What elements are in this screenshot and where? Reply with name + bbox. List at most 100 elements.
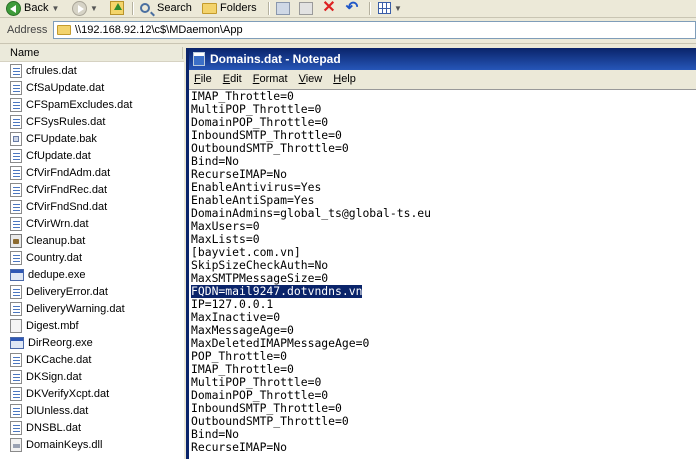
file-name: DKVerifyXcpt.dat bbox=[26, 388, 110, 400]
up-folder-button[interactable] bbox=[110, 0, 124, 16]
menu-edit[interactable]: Edit bbox=[223, 73, 242, 85]
file-list-item[interactable]: cfrules.dat bbox=[10, 63, 77, 79]
toolbar-separator bbox=[369, 2, 371, 15]
file-name: DNSBL.dat bbox=[26, 422, 82, 434]
undo-button[interactable]: ↶ bbox=[345, 0, 359, 16]
file-list-item[interactable]: Country.dat bbox=[10, 250, 82, 266]
file-name: CfVirWrn.dat bbox=[26, 218, 89, 230]
file-list-item[interactable]: CfSaUpdate.dat bbox=[10, 80, 104, 96]
file-name: CFSpamExcludes.dat bbox=[26, 99, 133, 111]
txt-file-icon bbox=[10, 217, 22, 231]
notepad-title-bar[interactable]: Domains.dat - Notepad bbox=[189, 48, 696, 70]
menu-view[interactable]: View bbox=[299, 73, 323, 85]
file-list-item[interactable]: Digest.mbf bbox=[10, 318, 79, 334]
txt-file-icon bbox=[10, 285, 22, 299]
address-bar: Address \\192.168.92.12\c$\MDaemon\App bbox=[0, 18, 696, 44]
views-button[interactable]: ▼ bbox=[378, 0, 402, 16]
file-list-item[interactable]: CFSysRules.dat bbox=[10, 114, 105, 130]
file-list-item[interactable]: DKCache.dat bbox=[10, 352, 91, 368]
name-column-label: Name bbox=[10, 47, 40, 59]
file-list-item[interactable]: CfVirWrn.dat bbox=[10, 216, 89, 232]
notepad-title: Domains.dat - Notepad bbox=[210, 52, 341, 66]
file-name: Digest.mbf bbox=[26, 320, 79, 332]
txt-file-icon bbox=[10, 64, 22, 78]
copy-to-button[interactable] bbox=[299, 0, 313, 16]
undo-icon: ↶ bbox=[345, 0, 359, 16]
column-resize-handle[interactable] bbox=[182, 47, 183, 59]
views-chevron-icon: ▼ bbox=[394, 3, 402, 13]
address-label: Address bbox=[7, 24, 48, 36]
file-name: DomainKeys.dll bbox=[26, 439, 103, 451]
file-list-item[interactable]: DirReorg.exe bbox=[10, 335, 93, 351]
txt-file-icon bbox=[10, 353, 22, 367]
search-icon bbox=[140, 3, 150, 13]
forward-arrow-icon bbox=[72, 0, 87, 16]
forward-history-chevron-icon[interactable]: ▼ bbox=[90, 4, 98, 13]
back-label: Back bbox=[24, 2, 49, 14]
txt-file-icon bbox=[10, 98, 22, 112]
file-list-item[interactable]: CfUpdate.dat bbox=[10, 148, 91, 164]
back-history-chevron-icon[interactable]: ▼ bbox=[51, 4, 59, 13]
txt-file-icon bbox=[10, 200, 22, 214]
file-list-item[interactable]: CfVirFndRec.dat bbox=[10, 182, 107, 198]
forward-button[interactable]: ▼ bbox=[72, 0, 98, 16]
file-list-item[interactable]: DomainKeys.dll bbox=[10, 437, 102, 453]
file-list-item[interactable]: CFUpdate.bak bbox=[10, 131, 97, 147]
bat-file-icon bbox=[10, 234, 22, 248]
file-name: CfVirFndRec.dat bbox=[26, 184, 108, 196]
search-button[interactable]: Search bbox=[140, 0, 192, 16]
file-name: Cleanup.bat bbox=[26, 235, 86, 247]
file-list-item[interactable]: Cleanup.bat bbox=[10, 233, 85, 249]
file-list-item[interactable]: DlUnless.dat bbox=[10, 403, 88, 419]
file-name: cfrules.dat bbox=[26, 65, 77, 77]
back-arrow-icon bbox=[6, 0, 21, 16]
file-list-item[interactable]: CFSpamExcludes.dat bbox=[10, 97, 132, 113]
mbf-file-icon bbox=[10, 319, 22, 333]
file-list-item[interactable]: DKSign.dat bbox=[10, 369, 82, 385]
file-list-item[interactable]: DeliveryError.dat bbox=[10, 284, 108, 300]
txt-file-icon bbox=[10, 81, 22, 95]
file-list-pane: Name cfrules.dat CfSaUpdate.dat CFSpamExcl… bbox=[0, 45, 184, 459]
explorer-toolbar: Back ▼ ▼ Search Folders ✕ ↶ ▼ bbox=[0, 0, 696, 18]
file-name: DeliveryWarning.dat bbox=[26, 303, 125, 315]
delete-x-icon: ✕ bbox=[322, 0, 336, 16]
file-name: CfVirFndSnd.dat bbox=[26, 201, 108, 213]
network-folder-icon bbox=[57, 25, 71, 35]
back-button[interactable]: Back ▼ bbox=[6, 0, 59, 16]
exe-file-icon bbox=[10, 337, 24, 349]
txt-file-icon bbox=[10, 404, 22, 418]
toolbar-separator bbox=[268, 2, 270, 15]
txt-file-icon bbox=[10, 387, 22, 401]
delete-button[interactable]: ✕ bbox=[322, 0, 336, 16]
txt-file-icon bbox=[10, 370, 22, 384]
folders-button[interactable]: Folders bbox=[202, 0, 257, 16]
menu-format[interactable]: Format bbox=[253, 73, 288, 85]
file-name: dedupe.exe bbox=[28, 269, 86, 281]
name-column-header[interactable]: Name bbox=[0, 45, 184, 62]
menu-file[interactable]: File bbox=[194, 73, 212, 85]
move-to-icon bbox=[276, 1, 290, 15]
address-input[interactable]: \\192.168.92.12\c$\MDaemon\App bbox=[53, 21, 696, 39]
address-path: \\192.168.92.12\c$\MDaemon\App bbox=[75, 24, 243, 36]
folders-label: Folders bbox=[220, 2, 257, 14]
search-label: Search bbox=[157, 2, 192, 14]
up-folder-icon bbox=[110, 1, 124, 15]
txt-file-icon bbox=[10, 115, 22, 129]
file-list-item[interactable]: dedupe.exe bbox=[10, 267, 86, 283]
toolbar-separator bbox=[132, 2, 134, 15]
txt-file-icon bbox=[10, 251, 22, 265]
file-list-item[interactable]: DeliveryWarning.dat bbox=[10, 301, 125, 317]
file-name: Country.dat bbox=[26, 252, 83, 264]
menu-help[interactable]: Help bbox=[333, 73, 356, 85]
file-list-item[interactable]: CfVirFndSnd.dat bbox=[10, 199, 107, 215]
notepad-app-icon[interactable] bbox=[193, 52, 205, 66]
file-name: DlUnless.dat bbox=[26, 405, 89, 417]
file-name: CfVirFndAdm.dat bbox=[26, 167, 111, 179]
file-list-item[interactable]: CfVirFndAdm.dat bbox=[10, 165, 110, 181]
file-list-item[interactable]: DKVerifyXcpt.dat bbox=[10, 386, 109, 402]
file-list-item[interactable]: DNSBL.dat bbox=[10, 420, 81, 436]
notepad-text-area[interactable]: IMAP_Throttle=0 MultiPOP_Throttle=0 Domain… bbox=[189, 89, 696, 459]
folders-icon bbox=[202, 2, 217, 14]
txt-file-icon bbox=[10, 302, 22, 316]
move-to-button[interactable] bbox=[276, 0, 290, 16]
